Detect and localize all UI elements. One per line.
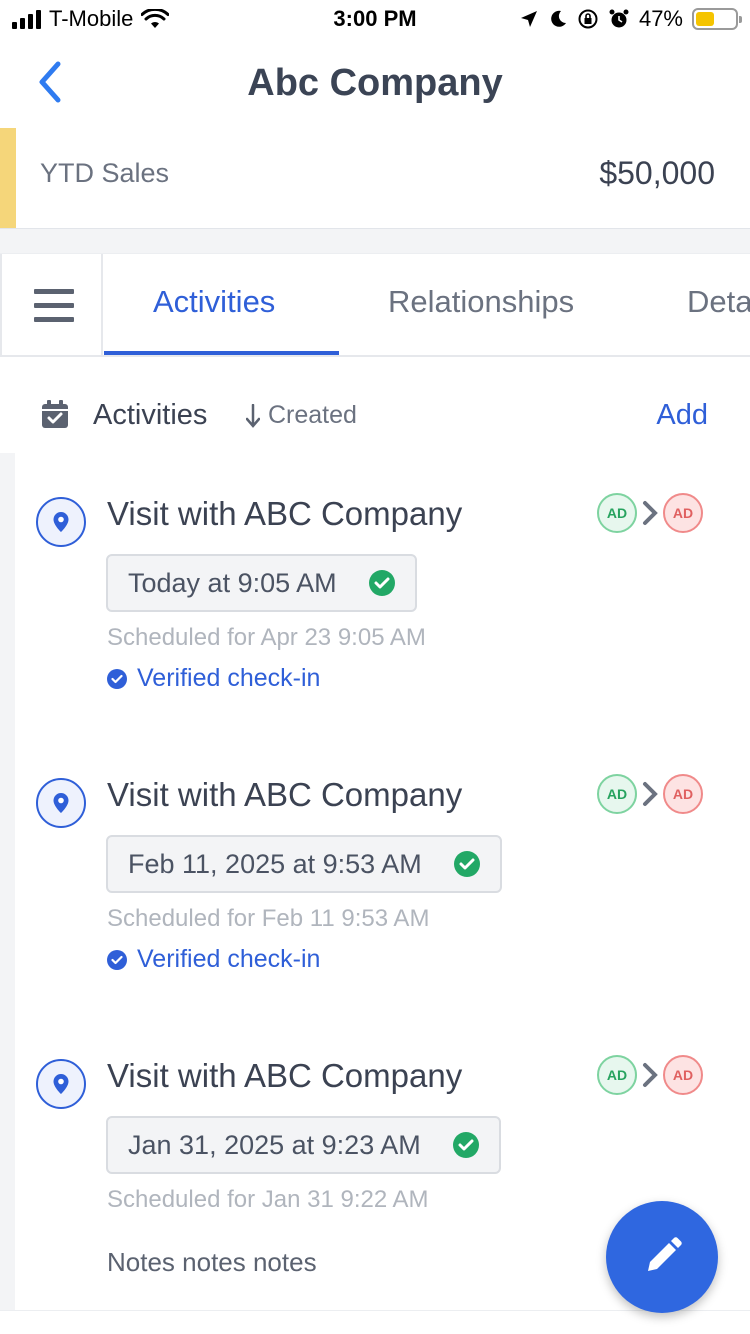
page-title: Abc Company <box>247 62 503 104</box>
sort-label: Created <box>268 401 357 429</box>
ytd-accent-bar <box>0 128 16 228</box>
activity-list: Visit with ABC Company AD AD Today at 9:… <box>0 453 750 1310</box>
menu-button[interactable] <box>0 254 103 355</box>
activity-item[interactable]: Visit with ABC Company AD AD Feb 11, 202… <box>15 734 750 1015</box>
sort-control[interactable]: Created <box>246 401 357 430</box>
battery-icon <box>692 8 742 30</box>
hamburger-menu-line <box>34 303 74 308</box>
location-pin-icon <box>36 497 86 547</box>
chevron-right-icon <box>643 1063 658 1087</box>
verified-check-icon <box>107 668 127 689</box>
assignment-indicator: AD AD <box>597 1055 703 1095</box>
activity-date: Jan 31, 2025 at 9:23 AM <box>128 1129 421 1160</box>
verified-label: Verified check-in <box>137 945 321 973</box>
check-circle-icon <box>452 1132 479 1158</box>
edit-fab-button[interactable] <box>606 1201 718 1313</box>
avatar-from: AD <box>597 493 637 533</box>
scheduled-text: Scheduled for Feb 11 9:53 AM <box>107 905 430 932</box>
chevron-right-icon <box>643 782 658 806</box>
location-pin-icon <box>36 778 86 828</box>
tab-relationships[interactable]: Relationships <box>388 284 574 320</box>
status-left: T-Mobile <box>12 6 170 32</box>
chevron-right-icon <box>643 501 658 525</box>
status-bar: T-Mobile 3:00 PM 47% <box>0 0 750 40</box>
activity-title: Visit with ABC Company <box>107 495 463 532</box>
alarm-icon <box>609 9 629 28</box>
ytd-label: YTD Sales <box>40 158 170 188</box>
activity-item[interactable]: Visit with ABC Company AD AD Today at 9:… <box>15 453 750 734</box>
arrow-down-icon <box>246 403 260 428</box>
activity-title: Visit with ABC Company <box>107 776 463 813</box>
verified-check-icon <box>107 949 127 970</box>
pencil-icon <box>648 1237 682 1271</box>
check-circle-icon <box>453 851 480 877</box>
avatar-to: AD <box>663 1055 703 1095</box>
signal-icon <box>12 9 41 29</box>
activity-date: Feb 11, 2025 at 9:53 AM <box>128 848 422 879</box>
activity-title: Visit with ABC Company <box>107 1057 463 1094</box>
tab-activities[interactable]: Activities <box>153 284 275 320</box>
ytd-sales-card: YTD Sales $50,000 <box>0 128 750 229</box>
location-arrow-icon <box>520 11 537 27</box>
activity-notes: Notes notes notes <box>107 1247 317 1277</box>
add-activity-button[interactable]: Add <box>656 399 708 432</box>
orientation-lock-icon <box>578 9 598 29</box>
carrier-name: T-Mobile <box>49 6 134 31</box>
verified-checkin: Verified check-in <box>107 945 320 974</box>
section-title: Activities <box>93 399 208 431</box>
wifi-icon <box>141 9 170 28</box>
avatar-from: AD <box>597 774 637 814</box>
location-pin-icon <box>36 1059 86 1109</box>
list-rail <box>0 453 15 1310</box>
verified-label: Verified check-in <box>137 664 321 692</box>
scheduled-text: Scheduled for Jan 31 9:22 AM <box>107 1186 429 1213</box>
tab-bar: Activities Relationships Details <box>0 253 750 357</box>
activities-section-header: Activities Created Add <box>0 357 750 453</box>
activity-date-box: Today at 9:05 AM <box>106 554 417 612</box>
tab-details[interactable]: Details <box>687 284 750 320</box>
ytd-value: $50,000 <box>599 155 715 191</box>
avatar-to: AD <box>663 774 703 814</box>
bottom-divider <box>0 1310 750 1334</box>
hamburger-menu-icon <box>34 289 74 294</box>
assignment-indicator: AD AD <box>597 493 703 533</box>
activity-date-box: Jan 31, 2025 at 9:23 AM <box>106 1116 501 1174</box>
assignment-indicator: AD AD <box>597 774 703 814</box>
battery-fill <box>696 12 714 26</box>
avatar-to: AD <box>663 493 703 533</box>
activity-date-box: Feb 11, 2025 at 9:53 AM <box>106 835 502 893</box>
activity-date: Today at 9:05 AM <box>128 567 337 598</box>
moon-icon <box>551 10 566 27</box>
calendar-check-icon <box>42 400 68 428</box>
avatar-from: AD <box>597 1055 637 1095</box>
check-circle-icon <box>368 570 395 596</box>
scheduled-text: Scheduled for Apr 23 9:05 AM <box>107 624 426 651</box>
status-right: 47% <box>519 6 742 32</box>
verified-checkin: Verified check-in <box>107 664 320 693</box>
section-divider <box>0 229 750 253</box>
battery-percent: 47% <box>638 6 683 31</box>
nav-header: Abc Company <box>0 40 750 128</box>
active-tab-indicator <box>104 351 339 355</box>
hamburger-menu-line <box>34 317 74 322</box>
